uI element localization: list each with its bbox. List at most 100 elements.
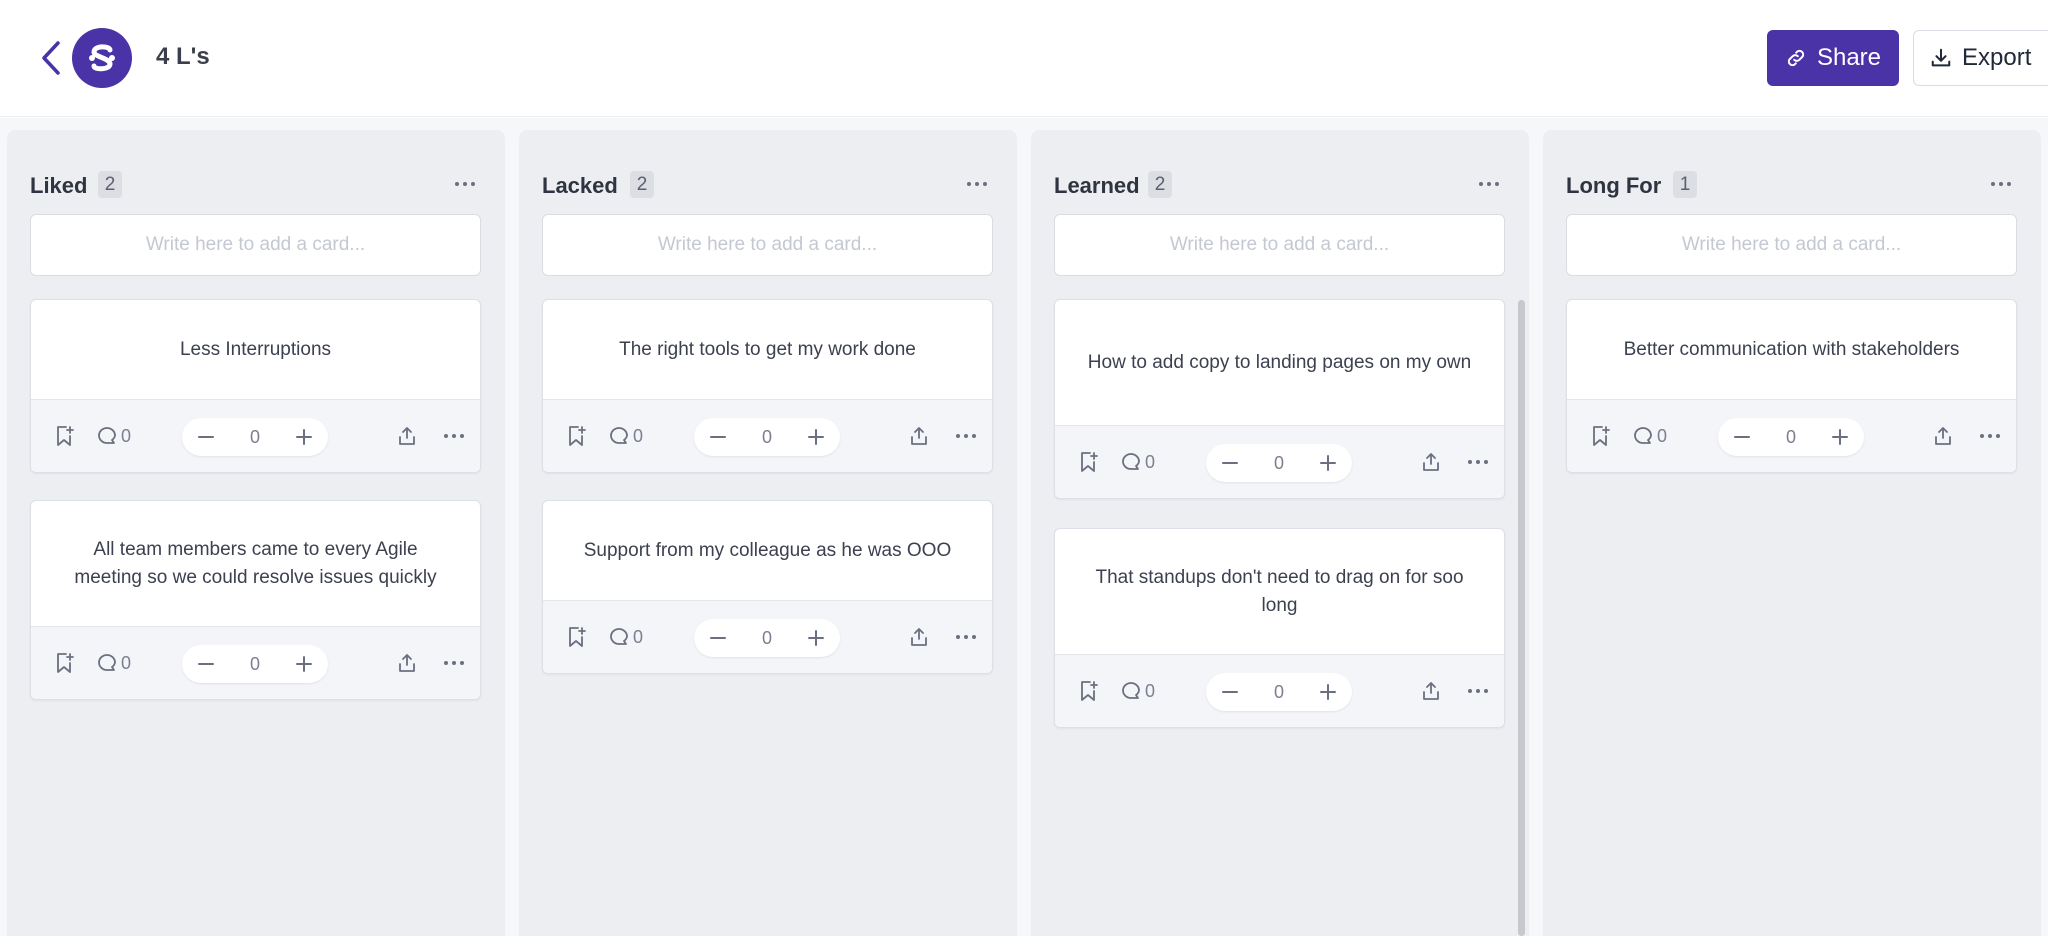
comments-button[interactable]: 0	[1121, 677, 1155, 705]
bookmark-add-button[interactable]	[51, 649, 79, 677]
link-icon	[1787, 49, 1805, 67]
column-liked: Liked 2 Less Interruptions 0 0 All team me…	[7, 130, 505, 936]
upvote-button[interactable]	[804, 425, 828, 449]
comments-button[interactable]: 0	[609, 623, 643, 651]
board-title: 4 L's	[156, 43, 210, 70]
card-more-button[interactable]	[1975, 422, 2005, 450]
column-title: Lacked	[542, 173, 618, 198]
card-footer: 0 0	[543, 400, 992, 472]
share-button[interactable]: Share	[1767, 30, 1899, 86]
comments-button[interactable]: 0	[1121, 448, 1155, 476]
vote-stepper: 0	[182, 645, 328, 683]
scrollbar[interactable]	[1518, 300, 1525, 936]
comments-button[interactable]: 0	[97, 422, 131, 450]
card-more-button[interactable]	[951, 422, 981, 450]
card-more-button[interactable]	[439, 649, 469, 677]
downvote-button[interactable]	[706, 425, 730, 449]
dot	[444, 661, 448, 665]
card[interactable]: All team members came to every Agile mee…	[30, 500, 481, 700]
bookmark-add-button[interactable]	[563, 623, 591, 651]
dot	[1484, 460, 1488, 464]
card-more-button[interactable]	[1463, 448, 1493, 476]
bookmark-add-button[interactable]	[1075, 448, 1103, 476]
minus-icon	[1734, 436, 1750, 438]
bookmark-add-button[interactable]	[51, 422, 79, 450]
bookmark-add-button[interactable]	[1587, 422, 1615, 450]
comments-button[interactable]: 0	[97, 649, 131, 677]
upvote-button[interactable]	[1828, 425, 1852, 449]
column-header: Learned 2	[1031, 130, 1529, 200]
bookmark-plus-icon	[57, 653, 74, 673]
dot	[964, 635, 968, 639]
plus-icon	[1319, 684, 1336, 700]
card[interactable]: Less Interruptions 0 0	[30, 299, 481, 473]
card-more-button[interactable]	[951, 623, 981, 651]
vote-stepper: 0	[1206, 673, 1352, 711]
back-button[interactable]	[36, 38, 66, 78]
column-menu-button[interactable]	[1983, 170, 2019, 198]
upvote-button[interactable]	[1316, 680, 1340, 704]
share-upload-icon	[911, 427, 927, 445]
downvote-button[interactable]	[194, 652, 218, 676]
comment-icon	[1122, 682, 1140, 699]
card-share-button[interactable]	[1417, 448, 1445, 476]
comments-button[interactable]: 0	[1633, 422, 1667, 450]
card[interactable]: How to add copy to landing pages on my o…	[1054, 299, 1505, 499]
card-share-button[interactable]	[1417, 677, 1445, 705]
downvote-button[interactable]	[1730, 425, 1754, 449]
dot	[972, 434, 976, 438]
bookmark-add-button[interactable]	[1075, 677, 1103, 705]
card-more-button[interactable]	[439, 422, 469, 450]
upvote-button[interactable]	[292, 652, 316, 676]
app-logo[interactable]	[72, 28, 132, 88]
card-share-button[interactable]	[393, 422, 421, 450]
plus-icon	[295, 429, 312, 445]
column-menu-button[interactable]	[1471, 170, 1507, 198]
dot	[972, 635, 976, 639]
card-footer: 0 0	[1055, 426, 1504, 498]
upvote-button[interactable]	[1316, 451, 1340, 475]
column-menu-button[interactable]	[959, 170, 995, 198]
comments-button[interactable]: 0	[609, 422, 643, 450]
minus-icon	[198, 663, 214, 665]
minus-icon	[198, 436, 214, 438]
comment-count: 0	[633, 626, 644, 647]
downvote-button[interactable]	[194, 425, 218, 449]
downvote-button[interactable]	[706, 626, 730, 650]
bookmark-plus-icon	[569, 627, 586, 647]
add-card-input[interactable]	[1054, 214, 1505, 276]
dot	[1996, 434, 2000, 438]
column-menu-button[interactable]	[447, 170, 483, 198]
card-share-button[interactable]	[905, 422, 933, 450]
card[interactable]: The right tools to get my work done 0 0	[542, 299, 993, 473]
share-upload-icon	[399, 427, 415, 445]
card-share-button[interactable]	[1929, 422, 1957, 450]
add-card-input[interactable]	[1566, 214, 2017, 276]
column-card-count: 2	[98, 171, 122, 198]
column-card-count: 2	[630, 171, 654, 198]
downvote-button[interactable]	[1218, 451, 1242, 475]
card-footer: 0 0	[31, 627, 480, 699]
dot	[460, 661, 464, 665]
card[interactable]: Support from my colleague as he was OOO …	[542, 500, 993, 674]
dot	[983, 182, 987, 186]
add-card-input[interactable]	[30, 214, 481, 276]
add-card-input[interactable]	[542, 214, 993, 276]
upvote-button[interactable]	[292, 425, 316, 449]
downvote-button[interactable]	[1218, 680, 1242, 704]
card-share-button[interactable]	[393, 649, 421, 677]
bookmark-add-button[interactable]	[563, 422, 591, 450]
minus-icon	[1222, 462, 1238, 464]
upvote-button[interactable]	[804, 626, 828, 650]
card-text: Less Interruptions	[31, 300, 480, 400]
card-share-button[interactable]	[905, 623, 933, 651]
dot	[964, 434, 968, 438]
card[interactable]: Better communication with stakeholders 0…	[1566, 299, 2017, 473]
card[interactable]: That standups don't need to drag on for …	[1054, 528, 1505, 728]
dot	[444, 434, 448, 438]
vote-count: 0	[249, 653, 260, 674]
top-bar: 4 L's Share Export	[0, 0, 2048, 117]
card-more-button[interactable]	[1463, 677, 1493, 705]
export-button[interactable]: Export	[1913, 30, 2048, 86]
vote-count: 0	[1785, 426, 1796, 447]
